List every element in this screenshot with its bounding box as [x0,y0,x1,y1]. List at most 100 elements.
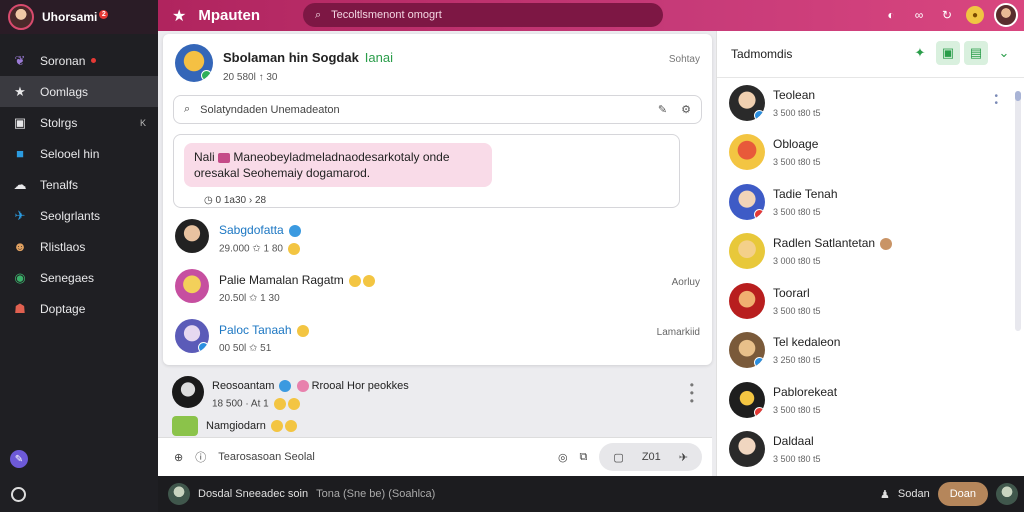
comment-avatar[interactable] [175,319,209,353]
contact-avatar [729,183,765,220]
comment-avatar[interactable] [175,219,209,253]
quoted-message[interactable]: Nali Maneobeyladmeladnaodesarkotaly onde… [173,134,680,208]
link-icon[interactable]: ∞ [910,6,928,24]
tag-icon [218,152,231,163]
settings-icon[interactable]: ⚙ [681,103,691,116]
image-icon[interactable]: ▢ [613,451,623,464]
search-input[interactable]: ⌕ Tecoltlsmenont omogrt [303,3,663,27]
badge-icon [289,224,302,237]
sidebar-item-doptage[interactable]: ☗ Doptage [0,293,158,324]
sidebar-item-stolrgs[interactable]: ▣ Stolrgs K [0,107,158,138]
sidebar-item-tenalfs[interactable]: ☁ Tenalfs [0,169,158,200]
now-playing-avatar[interactable] [168,483,190,505]
pin-icon[interactable]: ✦ [908,41,932,65]
post-tag: Ianai [364,50,393,65]
feed-item[interactable]: Namgiodarn [172,416,297,436]
info-icon[interactable]: ⓘ [195,449,206,465]
power-icon[interactable] [11,487,26,502]
layout-icon[interactable]: ▤ [964,41,988,65]
refresh-icon[interactable]: ↻ [938,6,956,24]
more-options-icon[interactable]: • • [994,92,998,109]
profile-avatar[interactable] [996,483,1018,505]
post-reply-input[interactable]: ⌕ Solatyndaden Unemadeaton ✎ ⚙ [173,95,702,124]
emoji-icon [287,398,300,411]
post-author[interactable]: Sbolaman hin Sogdak Ianai [223,50,393,65]
composer-input[interactable]: Tearosasoan Seolal [218,451,315,463]
grid-icon[interactable]: ▣ [936,41,960,65]
emoji-icon [296,380,309,393]
sidebar-item-label: Rlistlaos [40,239,86,254]
profile-avatar[interactable] [994,3,1018,27]
comment-avatar[interactable] [175,269,209,303]
contact-item[interactable]: Teolean 3 500 t80 t5 [717,78,1017,128]
record-icon[interactable]: ◎ [558,451,568,464]
contact-name: Teolean [773,87,816,102]
verified-badge [201,70,212,81]
edit-icon[interactable]: ✎ [658,103,667,116]
send-icon[interactable]: ✈ [679,451,688,464]
action-button[interactable]: Doan [937,482,988,506]
sidebar-item-selooel[interactable]: ■ Selooel hin [0,138,158,169]
feed-item-extra: Rrooal Hor peokkes [311,380,409,392]
user-icon[interactable]: ♟ [880,488,890,501]
main-feed: Sbolaman hin Sogdak Ianai 20 580l ↑ 30 So… [158,31,716,476]
sidebar-user[interactable]: Uhorsami 2 [0,0,158,34]
post-author-avatar[interactable] [175,44,213,82]
bottom-bar-right-label: Sodan [897,488,930,500]
comment-author[interactable]: Sabgdofatta [219,223,302,237]
comment-item[interactable]: Palie Mamalan Ragatm 20.50l ✩ 1 30 Aorlu… [175,269,700,304]
contact-avatar [729,282,765,319]
feed-item[interactable]: Reosoantam Rrooal Hor peokkes 18 500 · A… [172,376,409,411]
sidebar-item-seolgrlants[interactable]: ✈ Seolgrlants [0,200,158,231]
sidebar-item-oomlags[interactable]: ★ Oomlags [0,76,158,107]
sidebar-item-soronan[interactable]: ❦ Soronan [0,45,158,76]
contact-avatar [729,332,765,369]
sidebar: Uhorsami 2 ❦ Soronan ★ Oomlags ▣ Stolrgs K ■ S… [0,0,158,512]
emoji-icon [287,243,300,255]
comment-item[interactable]: Sabgdofatta 29.000 ✩ 1 80 [175,219,700,255]
status-badge [754,406,765,418]
star-icon[interactable]: ★ [172,6,186,26]
scrollbar[interactable] [1015,91,1021,331]
contact-item[interactable]: Obloage 3 500 t80 t5 [717,128,1017,178]
emoji-icon [273,398,286,411]
sidebar-item-senegaes[interactable]: ◉ Senegaes [0,262,158,293]
sidebar-item-label: Tenalfs [40,177,79,192]
contact-item[interactable]: Toorarl 3 500 t80 t5 [717,276,1017,326]
feed-item-avatar[interactable] [172,376,204,408]
comment-author[interactable]: Palie Mamalan Ragatm [219,273,376,287]
comment-author[interactable]: Paloc Tanaah [219,323,309,337]
more-options-icon[interactable]: • • • [690,379,694,407]
contact-avatar [729,84,765,121]
contact-name: Daldaal [773,434,814,449]
sidebar-item-rlistlaos[interactable]: ☻ Rlistlaos [0,231,158,262]
coin-icon[interactable]: ● [966,6,984,24]
contact-avatar [729,134,765,171]
post-meta: 20 580l ↑ 30 [223,72,278,83]
contact-item[interactable]: Tadie Tenah 3 500 t80 t5 [717,177,1017,227]
feed-item-avatar[interactable] [172,416,198,436]
feather-icon: ❦ [14,52,26,68]
contact-item[interactable]: Tel kedaleon 3 250 t80 t5 [717,326,1017,376]
contact-item[interactable]: Pablorekeat 3 500 t80 t5 [717,375,1017,425]
contact-meta: 3 500 t80 t5 [773,454,821,465]
contact-item[interactable]: Radlen Satlantetan 3 000 t80 t5 [717,227,1017,277]
contact-name: Obloage [773,137,819,152]
feed-item-meta: 18 500 · At 1 [212,398,409,411]
bird-icon: ✈ [14,207,26,223]
contact-name: Radlen Satlantetan [773,236,893,251]
contact-item[interactable]: Daldaal 3 500 t80 t5 [717,425,1017,475]
comment-time: Aorluy [671,277,700,288]
moon-icon[interactable]: ◐ [882,6,900,24]
compose-icon[interactable]: ✎ [10,450,28,468]
attach-icon[interactable]: ⧉ [580,451,588,464]
chevron-down-icon[interactable]: ⌄ [992,41,1016,65]
app-icon: ■ [16,146,24,161]
emoji-icon [880,238,893,251]
add-icon[interactable]: ⊕ [174,451,183,464]
feed-item-title: Namgiodarn [206,420,297,436]
contact-name: Tadie Tenah [773,186,838,201]
user-avatar[interactable] [8,4,34,30]
comment-item[interactable]: Paloc Tanaah 00 50l ✩ 51 Lamarkiid [175,319,700,354]
verified-badge [198,342,209,353]
